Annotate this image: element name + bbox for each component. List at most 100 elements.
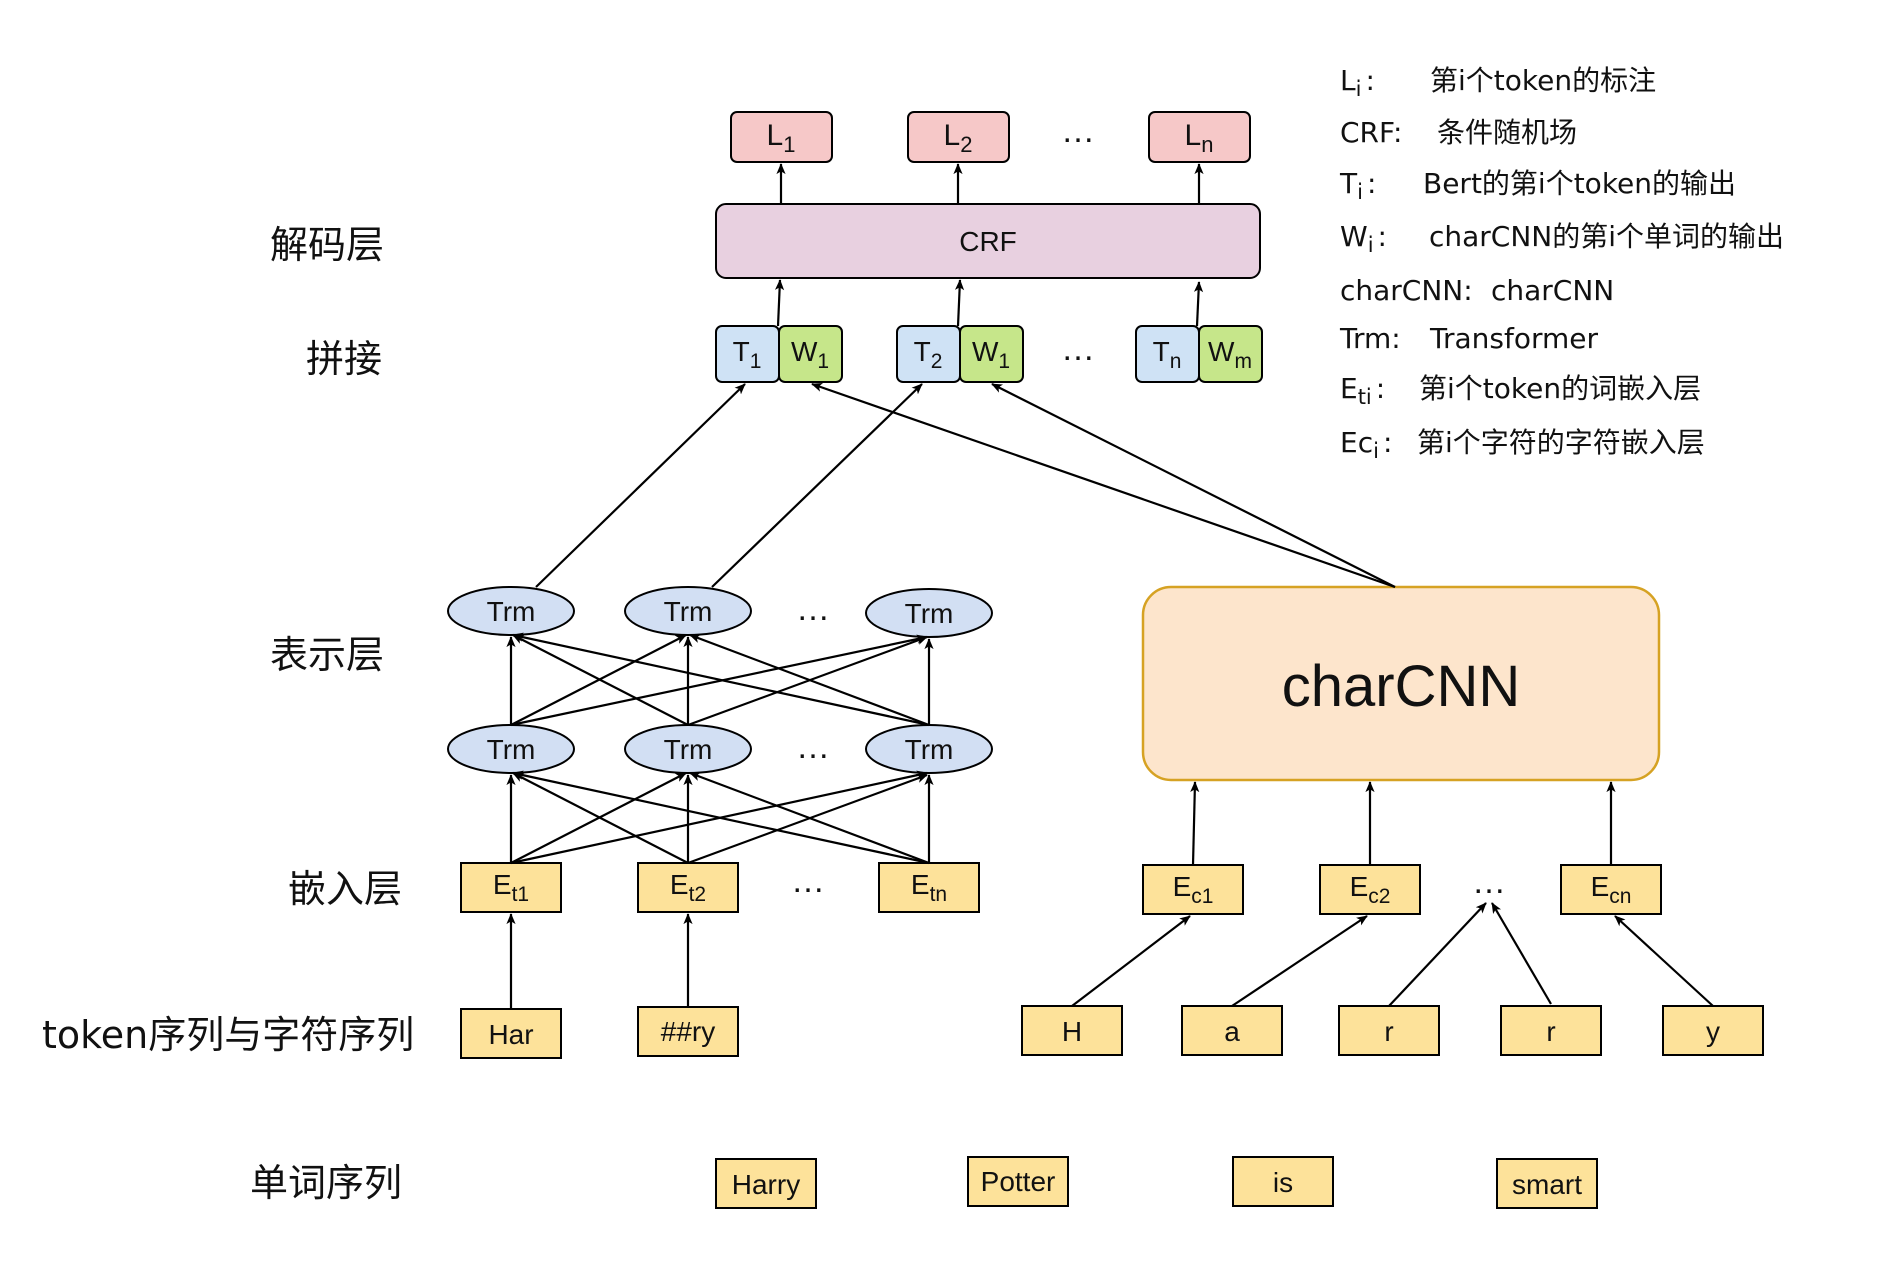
word-box-1: Harry xyxy=(715,1158,817,1209)
concat-node-n: Tn Wm xyxy=(1135,325,1263,383)
ecn-sub: cn xyxy=(1609,885,1631,908)
t1-sub: 1 xyxy=(750,350,762,373)
token-embed-n: Etn xyxy=(878,862,980,913)
ecn-main: E xyxy=(1591,871,1610,902)
char-3-text: r xyxy=(1384,1016,1393,1047)
legend-item-0: Li: 第i个token的标注 xyxy=(1340,64,1656,101)
word-1-text: Harry xyxy=(732,1169,800,1200)
layer-label-concat: 拼接 xyxy=(306,337,382,381)
layer-label-embed: 嵌入层 xyxy=(288,867,402,911)
token-embed-1: Et1 xyxy=(460,862,562,913)
arrow-char3-to-ellipsis xyxy=(1388,902,1487,1007)
char-4-text: r xyxy=(1546,1016,1555,1047)
w2-main: W xyxy=(972,336,999,367)
wm-main: W xyxy=(1208,336,1235,367)
concat-node-1: T1 W1 xyxy=(715,325,843,383)
charcnn-box: charCNN xyxy=(1141,585,1661,782)
char-box-1: H xyxy=(1021,1005,1123,1056)
char-embed-1: Ec1 xyxy=(1142,864,1244,915)
label-ellipsis: … xyxy=(1061,112,1095,150)
legend-item-3: Wi: charCNN的第i个单词的输出 xyxy=(1340,220,1784,257)
label-node-1: L1 xyxy=(730,111,833,163)
char-embed-n: Ecn xyxy=(1560,864,1662,915)
crf-label: CRF xyxy=(959,226,1017,257)
word-3-text: is xyxy=(1273,1167,1293,1198)
ec1-sub: c1 xyxy=(1191,885,1213,908)
trm-lower-1: Trm xyxy=(447,724,575,774)
concat-node-2: T2 W1 xyxy=(896,325,1024,383)
word-2-text: Potter xyxy=(981,1166,1056,1197)
arrow-concatn-to-crf xyxy=(1193,281,1204,327)
char-box-5: y xyxy=(1662,1005,1764,1056)
et1-main: E xyxy=(493,869,512,900)
char-box-2: a xyxy=(1181,1005,1283,1056)
trm-lower-2-label: Trm xyxy=(664,734,713,765)
arrow-trm1-to-t1 xyxy=(535,383,746,588)
legend-item-4: charCNN: charCNN xyxy=(1340,274,1614,307)
label-node-2-sub: 2 xyxy=(960,132,972,157)
label-node-n-sub: n xyxy=(1201,132,1213,157)
layer-label-decode: 解码层 xyxy=(270,223,384,267)
char-2-text: a xyxy=(1224,1016,1240,1047)
trm-upper-ellipsis: … xyxy=(796,590,830,628)
word-box-3: is xyxy=(1232,1156,1334,1207)
arrow-trm2-to-t2 xyxy=(711,383,923,588)
token-embed-2: Et2 xyxy=(637,862,739,913)
trm-upper-n: Trm xyxy=(865,588,993,638)
label-node-2: L2 xyxy=(907,111,1010,163)
label-node-2-main: L xyxy=(944,119,961,152)
trm-lower-n-label: Trm xyxy=(905,734,954,765)
label-node-1-sub: 1 xyxy=(783,132,795,157)
trm-lower-2: Trm xyxy=(624,724,752,774)
arrow-charcnn-to-w2 xyxy=(991,383,1396,588)
etn-main: E xyxy=(911,869,930,900)
arrow-char5-to-ecn xyxy=(1614,915,1714,1007)
char-5-text: y xyxy=(1706,1016,1720,1047)
crf-box: CRF xyxy=(715,203,1261,279)
legend-item-7: Eci: 第i个字符的字符嵌入层 xyxy=(1340,426,1705,463)
label-node-1-main: L xyxy=(767,119,784,152)
layer-label-represent: 表示层 xyxy=(270,633,384,677)
word-box-4: smart xyxy=(1496,1158,1598,1209)
et2-main: E xyxy=(670,869,689,900)
trm-lower-ellipsis: … xyxy=(796,728,830,766)
et1-sub: t1 xyxy=(512,883,530,906)
token-2-text: ##ry xyxy=(661,1016,715,1047)
token-1-text: Har xyxy=(488,1019,533,1050)
arrow-ec1-to-charcnn xyxy=(1190,781,1200,866)
trm-lower-n: Trm xyxy=(865,724,993,774)
legend-item-1: CRF: 条件随机场 xyxy=(1340,116,1577,149)
tn-sub: n xyxy=(1170,350,1182,373)
char-1-text: H xyxy=(1062,1016,1082,1047)
legend: Li: 第i个token的标注 CRF: 条件随机场 Ti: Bert的第i个t… xyxy=(1339,64,1784,463)
token-box-2: ##ry xyxy=(637,1006,739,1057)
arrow-char1-to-ec1 xyxy=(1071,915,1191,1007)
w2-sub: 1 xyxy=(998,350,1010,373)
etn-sub: tn xyxy=(930,883,948,906)
t1-main: T xyxy=(733,336,750,367)
token-embed-ellipsis: … xyxy=(791,862,825,900)
architecture-diagram: 解码层 拼接 表示层 嵌入层 token序列与字符序列 单词序列 L1 L2 …… xyxy=(42,64,1784,1209)
trm-upper-2: Trm xyxy=(624,586,752,636)
t2-main: T xyxy=(914,336,931,367)
char-box-3: r xyxy=(1338,1005,1440,1056)
label-node-n-main: L xyxy=(1185,119,1202,152)
t2-sub: 2 xyxy=(931,350,943,373)
layer-label-word-seq: 单词序列 xyxy=(250,1161,402,1205)
arrow-concat1-to-crf xyxy=(774,279,785,327)
word-4-text: smart xyxy=(1512,1169,1582,1200)
trm-upper-2-label: Trm xyxy=(664,596,713,627)
arrow-char4-to-ellipsis xyxy=(1491,902,1552,1005)
layer-label-token-char-seq: token序列与字符序列 xyxy=(42,1013,414,1057)
ec1-main: E xyxy=(1173,871,1192,902)
char-box-4: r xyxy=(1500,1005,1602,1056)
w1-main: W xyxy=(791,336,818,367)
token-box-1: Har xyxy=(460,1008,562,1059)
label-node-n: Ln xyxy=(1148,111,1251,163)
arrow-concat2-to-crf xyxy=(954,279,965,327)
arrow-char2-to-ec2 xyxy=(1231,915,1368,1007)
legend-item-2: Ti: Bert的第i个token的输出 xyxy=(1339,167,1736,204)
et2-sub: t2 xyxy=(689,883,707,906)
concat-ellipsis: … xyxy=(1061,330,1095,368)
trm-upper-1: Trm xyxy=(447,586,575,636)
